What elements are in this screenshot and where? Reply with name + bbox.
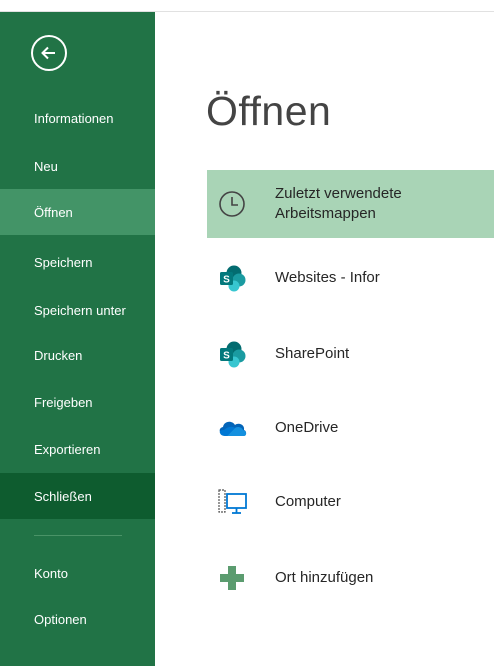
back-arrow-icon	[41, 46, 55, 60]
nav-oeffnen[interactable]: Öffnen	[0, 189, 155, 235]
clock-icon	[215, 187, 249, 221]
nav-informationen[interactable]: Informationen	[0, 95, 155, 141]
nav-neu[interactable]: Neu	[0, 143, 155, 189]
page-title: Öffnen	[206, 88, 332, 134]
location-label: SharePoint	[275, 345, 350, 362]
location-sharepoint[interactable]: S SharePoint	[207, 320, 494, 388]
location-add-place[interactable]: Ort hinzufügen	[207, 544, 494, 612]
location-label: OneDrive	[275, 419, 339, 436]
nav-speichern-unter[interactable]: Speichern unter	[0, 287, 155, 333]
back-button[interactable]	[31, 35, 67, 71]
svg-text:S: S	[223, 351, 230, 362]
nav-exportieren[interactable]: Exportieren	[0, 426, 155, 472]
plus-icon	[215, 561, 249, 595]
sharepoint-icon: S	[215, 337, 249, 371]
sharepoint-icon: S	[215, 261, 249, 295]
sidebar-divider	[34, 535, 122, 536]
location-label: Websites - Infor	[275, 269, 380, 286]
computer-icon	[215, 485, 249, 519]
nav-schliessen[interactable]: Schließen	[0, 473, 155, 519]
location-onedrive[interactable]: OneDrive	[207, 394, 494, 462]
location-computer[interactable]: Computer	[207, 468, 494, 536]
location-websites-infor[interactable]: S Websites - Infor	[207, 244, 494, 312]
nav-speichern[interactable]: Speichern	[0, 239, 155, 285]
backstage-sidebar: Informationen Neu Öffnen Speichern Speic…	[0, 12, 155, 666]
nav-freigeben[interactable]: Freigeben	[0, 379, 155, 425]
nav-konto[interactable]: Konto	[0, 550, 155, 596]
nav-drucken[interactable]: Drucken	[0, 332, 155, 378]
location-label: Ort hinzufügen	[275, 569, 374, 586]
nav-optionen[interactable]: Optionen	[0, 596, 155, 642]
onedrive-cloud-icon	[215, 411, 249, 445]
location-recent-workbooks[interactable]: Zuletzt verwendete Arbeitsmappen	[207, 170, 494, 238]
svg-text:S: S	[223, 275, 230, 286]
location-label: Computer	[275, 493, 341, 510]
location-label: Zuletzt verwendete Arbeitsmappen	[275, 185, 402, 222]
